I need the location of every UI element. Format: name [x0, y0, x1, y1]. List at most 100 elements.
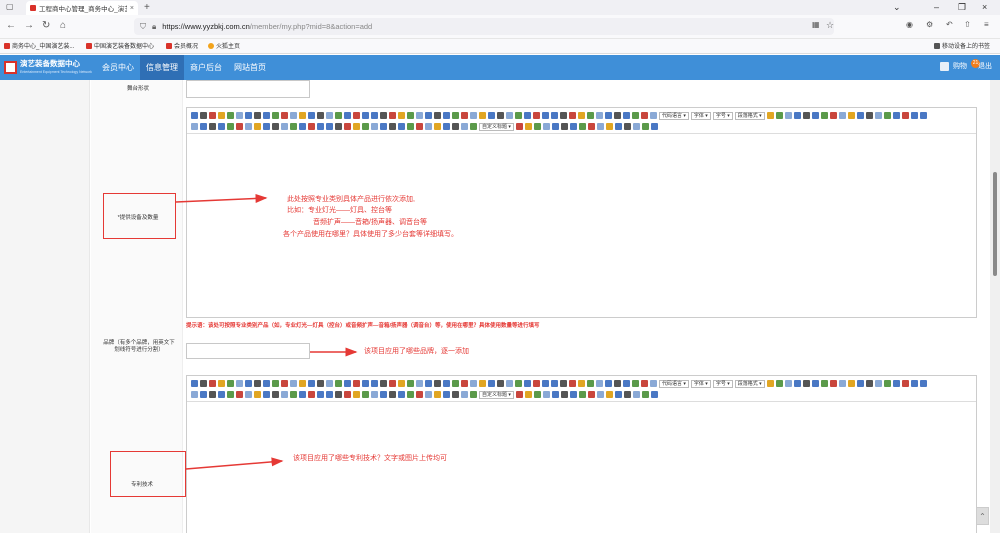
editor-toolbar-button-icon[interactable] [650, 380, 657, 387]
editor-toolbar-button-icon[interactable] [281, 112, 288, 119]
editor-toolbar-button-icon[interactable] [578, 391, 586, 398]
editor-toolbar-button-icon[interactable] [542, 391, 550, 398]
editor-toolbar-button-icon[interactable] [533, 391, 541, 398]
editor-toolbar-button-icon[interactable] [614, 391, 622, 398]
editor-toolbar-button-icon[interactable] [200, 380, 207, 387]
editor-toolbar-button-icon[interactable] [380, 391, 387, 398]
editor-toolbar-button-icon[interactable] [227, 112, 234, 119]
editor-toolbar-button-icon[interactable] [191, 112, 198, 119]
editor-toolbar-button-icon[interactable] [892, 380, 900, 387]
editor-toolbar-button-icon[interactable] [524, 380, 531, 387]
editor-toolbar-button-icon[interactable] [883, 112, 891, 119]
editor-toolbar-select[interactable]: 字体 ▾ [690, 111, 711, 120]
editor-toolbar-button-icon[interactable] [569, 380, 576, 387]
editor-toolbar-button-icon[interactable] [856, 112, 864, 119]
editor-toolbar-button-icon[interactable] [901, 380, 909, 387]
editor-toolbar-button-icon[interactable] [641, 380, 648, 387]
editor-toolbar-button-icon[interactable] [236, 112, 243, 119]
editor-toolbar-button-icon[interactable] [254, 123, 261, 130]
editor-toolbar-button-icon[interactable] [245, 391, 252, 398]
editor-toolbar-button-icon[interactable] [605, 380, 612, 387]
editor-toolbar-button-icon[interactable] [578, 380, 585, 387]
editor-toolbar-button-icon[interactable] [380, 380, 387, 387]
editor-toolbar-button-icon[interactable] [533, 112, 540, 119]
editor-toolbar-button-icon[interactable] [632, 380, 639, 387]
editor-toolbar-button-icon[interactable] [236, 380, 243, 387]
editor-toolbar-button-icon[interactable] [191, 123, 198, 130]
minimize-icon[interactable]: – [934, 2, 939, 12]
editor-toolbar-button-icon[interactable] [272, 380, 279, 387]
editor-toolbar-button-icon[interactable] [551, 380, 558, 387]
editor-toolbar-button-icon[interactable] [218, 391, 225, 398]
editor-toolbar-button-icon[interactable] [605, 123, 613, 130]
menu-icon[interactable]: ≡ [984, 20, 989, 29]
editor-toolbar-button-icon[interactable] [335, 380, 342, 387]
editor-toolbar-button-icon[interactable] [263, 123, 270, 130]
editor-toolbar-button-icon[interactable] [389, 391, 396, 398]
editor-toolbar-button-icon[interactable] [614, 123, 622, 130]
editor-toolbar-button-icon[interactable] [452, 380, 459, 387]
editor-toolbar-button-icon[interactable] [335, 112, 342, 119]
home-icon[interactable]: ⌂ [60, 20, 66, 31]
logout-link[interactable]: 退出 [978, 61, 992, 71]
editor-toolbar-button-icon[interactable] [380, 123, 387, 130]
editor-toolbar-button-icon[interactable] [650, 112, 657, 119]
editor-toolbar-button-icon[interactable] [470, 391, 477, 398]
editor-toolbar-button-icon[interactable] [793, 380, 801, 387]
editor-toolbar-button-icon[interactable] [326, 380, 333, 387]
editor-toolbar-button-icon[interactable] [874, 112, 882, 119]
editor-toolbar-button-icon[interactable] [515, 123, 523, 130]
editor-toolbar-button-icon[interactable] [632, 391, 640, 398]
editor-toolbar-button-icon[interactable] [434, 391, 441, 398]
editor-toolbar-button-icon[interactable] [587, 391, 595, 398]
editor-toolbar-button-icon[interactable] [299, 391, 306, 398]
close-tab-icon[interactable]: × [130, 5, 134, 12]
editor-toolbar-button-icon[interactable] [443, 380, 450, 387]
editor-toolbar-button-icon[interactable] [443, 123, 450, 130]
editor-toolbar-button-icon[interactable] [605, 112, 612, 119]
editor-toolbar-button-icon[interactable] [281, 391, 288, 398]
editor-toolbar-button-icon[interactable] [614, 380, 621, 387]
editor-toolbar-button-icon[interactable] [326, 123, 333, 130]
editor-toolbar-button-icon[interactable] [317, 391, 324, 398]
share-icon[interactable]: ⇧ [964, 20, 971, 29]
editor-toolbar-button-icon[interactable] [461, 391, 468, 398]
editor-toolbar-button-icon[interactable] [883, 380, 891, 387]
editor-toolbar-button-icon[interactable] [775, 380, 783, 387]
editor-toolbar-button-icon[interactable] [641, 123, 649, 130]
maximize-icon[interactable]: ❐ [958, 2, 966, 13]
editor-toolbar-button-icon[interactable] [434, 112, 441, 119]
editor-toolbar-button-icon[interactable] [479, 112, 486, 119]
editor-toolbar-button-icon[interactable] [308, 112, 315, 119]
editor-toolbar-button-icon[interactable] [488, 380, 495, 387]
editor-toolbar-button-icon[interactable] [308, 391, 315, 398]
editor-toolbar-button-icon[interactable] [308, 123, 315, 130]
editor-toolbar-button-icon[interactable] [317, 380, 324, 387]
editor-toolbar-button-icon[interactable] [308, 380, 315, 387]
editor-toolbar-button-icon[interactable] [290, 112, 297, 119]
editor-toolbar-button-icon[interactable] [461, 123, 468, 130]
editor-toolbar-button-icon[interactable] [641, 112, 648, 119]
editor-toolbar-button-icon[interactable] [587, 112, 594, 119]
editor-toolbar-button-icon[interactable] [524, 391, 532, 398]
tab-overview-icon[interactable]: ▢ [6, 2, 14, 11]
editor-toolbar-button-icon[interactable] [919, 380, 927, 387]
editor-toolbar-button-icon[interactable] [551, 123, 559, 130]
editor-toolbar-button-icon[interactable] [497, 112, 504, 119]
editor-toolbar-button-icon[interactable] [524, 123, 532, 130]
editor-toolbar-button-icon[interactable] [416, 391, 423, 398]
editor-toolbar-button-icon[interactable] [578, 112, 585, 119]
editor-toolbar-button-icon[interactable] [344, 380, 351, 387]
editor-toolbar-button-icon[interactable] [506, 380, 513, 387]
editor-toolbar-button-icon[interactable] [416, 112, 423, 119]
page-scrollbar[interactable] [990, 80, 1000, 533]
qr-code-icon[interactable]: ▦ [812, 20, 820, 29]
bookmark-item[interactable]: 会员概况 [166, 41, 198, 50]
undo-history-icon[interactable]: ↶ [946, 20, 953, 29]
editor-toolbar-button-icon[interactable] [407, 391, 414, 398]
editor-toolbar-button-icon[interactable] [434, 123, 441, 130]
tab-list-chevron-icon[interactable]: ⌄ [893, 2, 901, 13]
editor-toolbar-button-icon[interactable] [254, 391, 261, 398]
editor-toolbar-button-icon[interactable] [389, 112, 396, 119]
editor-toolbar-button-icon[interactable] [802, 380, 810, 387]
